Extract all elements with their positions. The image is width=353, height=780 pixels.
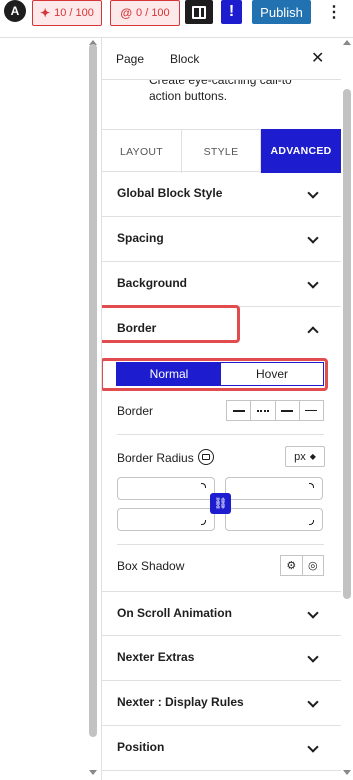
chevron-down-icon xyxy=(307,187,319,199)
link-values-button[interactable]: ⛓ xyxy=(210,493,231,514)
section-label: Global Block Style xyxy=(117,186,223,200)
panel-scroll-down-arrow-icon[interactable] xyxy=(343,770,351,775)
section-label: Nexter : Display Rules xyxy=(117,695,244,709)
dotted-line-icon xyxy=(256,409,269,412)
divider xyxy=(117,434,324,435)
editor-scrollbar[interactable] xyxy=(89,44,97,737)
tab-layout[interactable]: LAYOUT xyxy=(102,130,182,173)
section-display-rules[interactable]: Nexter : Display Rules xyxy=(102,681,341,726)
chevron-down-icon xyxy=(307,277,319,289)
divider xyxy=(117,544,324,545)
responsive-monitor-icon[interactable] xyxy=(198,449,214,465)
solid-line-icon xyxy=(232,409,245,412)
publish-button[interactable]: Publish xyxy=(252,0,311,24)
corner-bottom-left-icon xyxy=(201,520,206,525)
section-on-scroll-animation[interactable]: On Scroll Animation xyxy=(102,591,341,636)
highlight-box-border xyxy=(102,305,240,343)
globe-icon[interactable]: ◎ xyxy=(303,556,324,575)
inspector-tabs: LAYOUT STYLE ADVANCED xyxy=(102,129,341,173)
exclamation-icon: ! xyxy=(228,3,235,20)
box-shadow-controls: ⚙ ◎ xyxy=(280,555,324,576)
more-options-icon[interactable]: ⋮ xyxy=(325,0,343,24)
close-icon[interactable]: ✕ xyxy=(311,48,324,68)
border-label: Border xyxy=(117,404,154,418)
section-label: Spacing xyxy=(117,231,164,245)
corner-top-left-icon xyxy=(201,483,206,488)
border-radius-label: Border Radius xyxy=(117,451,194,465)
tab-style[interactable]: STYLE xyxy=(182,130,261,173)
chevron-down-icon xyxy=(307,232,319,244)
plus-sparkle-icon: ✦ xyxy=(40,6,51,20)
tab-page[interactable]: Page xyxy=(116,52,144,66)
settings-sliders-icon[interactable]: ⚙ xyxy=(281,556,303,575)
section-label: On Scroll Animation xyxy=(117,606,232,620)
chevron-down-icon xyxy=(307,607,319,619)
thin-line-icon xyxy=(305,410,318,411)
unit-value: px xyxy=(294,450,306,463)
word-counter-badge[interactable]: ✦ 10 / 100 xyxy=(32,0,102,26)
link-counter-badge[interactable]: @ 0 / 100 xyxy=(110,0,180,26)
section-background[interactable]: Background xyxy=(102,262,341,307)
section-position[interactable]: Position xyxy=(102,726,341,771)
border-dashed-option[interactable] xyxy=(276,401,300,420)
scroll-down-arrow-icon[interactable] xyxy=(89,770,97,775)
sort-arrows-icon: ◆ xyxy=(309,452,316,461)
border-style-selector xyxy=(226,400,324,421)
radius-top-right-input[interactable] xyxy=(225,477,323,500)
panel-tabs: Page Block ✕ xyxy=(102,38,341,80)
settings-panel: Create eye-catching call-to action butto… xyxy=(101,38,341,780)
logo-letter: A xyxy=(10,4,20,18)
counter-value: 10 / 100 xyxy=(54,7,94,19)
panel-scrollbar[interactable] xyxy=(343,89,351,599)
radius-bottom-right-input[interactable] xyxy=(225,508,323,531)
radius-bottom-left-input[interactable] xyxy=(117,508,215,531)
section-label: Position xyxy=(117,740,165,754)
section-label: Background xyxy=(117,276,188,290)
border-solid-option[interactable] xyxy=(227,401,252,420)
at-sign-icon: @ xyxy=(120,6,133,20)
border-none-option[interactable] xyxy=(300,401,323,420)
link-icon: ⛓ xyxy=(213,498,228,510)
sidebar-icon xyxy=(192,5,206,19)
tab-block[interactable]: Block xyxy=(170,52,199,66)
chevron-up-icon xyxy=(307,326,319,338)
app-logo-icon[interactable]: A xyxy=(4,0,26,22)
panel-scroll-up-arrow-icon[interactable] xyxy=(343,40,351,45)
highlight-box-toggle xyxy=(102,358,328,391)
border-dotted-option[interactable] xyxy=(251,401,276,420)
corner-bottom-right-icon xyxy=(309,520,314,525)
chevron-down-icon xyxy=(307,696,319,708)
screen-shape xyxy=(202,454,210,460)
radius-top-left-input[interactable] xyxy=(117,477,215,500)
top-toolbar: A ✦ 10 / 100 @ 0 / 100 ! Publish ⋮ xyxy=(0,0,353,38)
section-global-block-style[interactable]: Global Block Style xyxy=(102,172,341,217)
counter-value: 0 / 100 xyxy=(136,7,170,19)
chevron-down-icon xyxy=(307,741,319,753)
alert-button[interactable]: ! xyxy=(221,0,242,24)
section-spacing[interactable]: Spacing xyxy=(102,217,341,262)
corner-top-right-icon xyxy=(309,483,314,488)
section-nexter-extras[interactable]: Nexter Extras xyxy=(102,636,341,681)
section-label: Nexter Extras xyxy=(117,650,195,664)
unit-select[interactable]: px ◆ xyxy=(285,446,325,467)
tab-advanced[interactable]: ADVANCED xyxy=(261,129,341,173)
chevron-down-icon xyxy=(307,651,319,663)
dashed-line-icon xyxy=(281,409,294,412)
box-shadow-label: Box Shadow xyxy=(117,559,185,573)
settings-sidebar-toggle-button[interactable] xyxy=(185,0,213,24)
